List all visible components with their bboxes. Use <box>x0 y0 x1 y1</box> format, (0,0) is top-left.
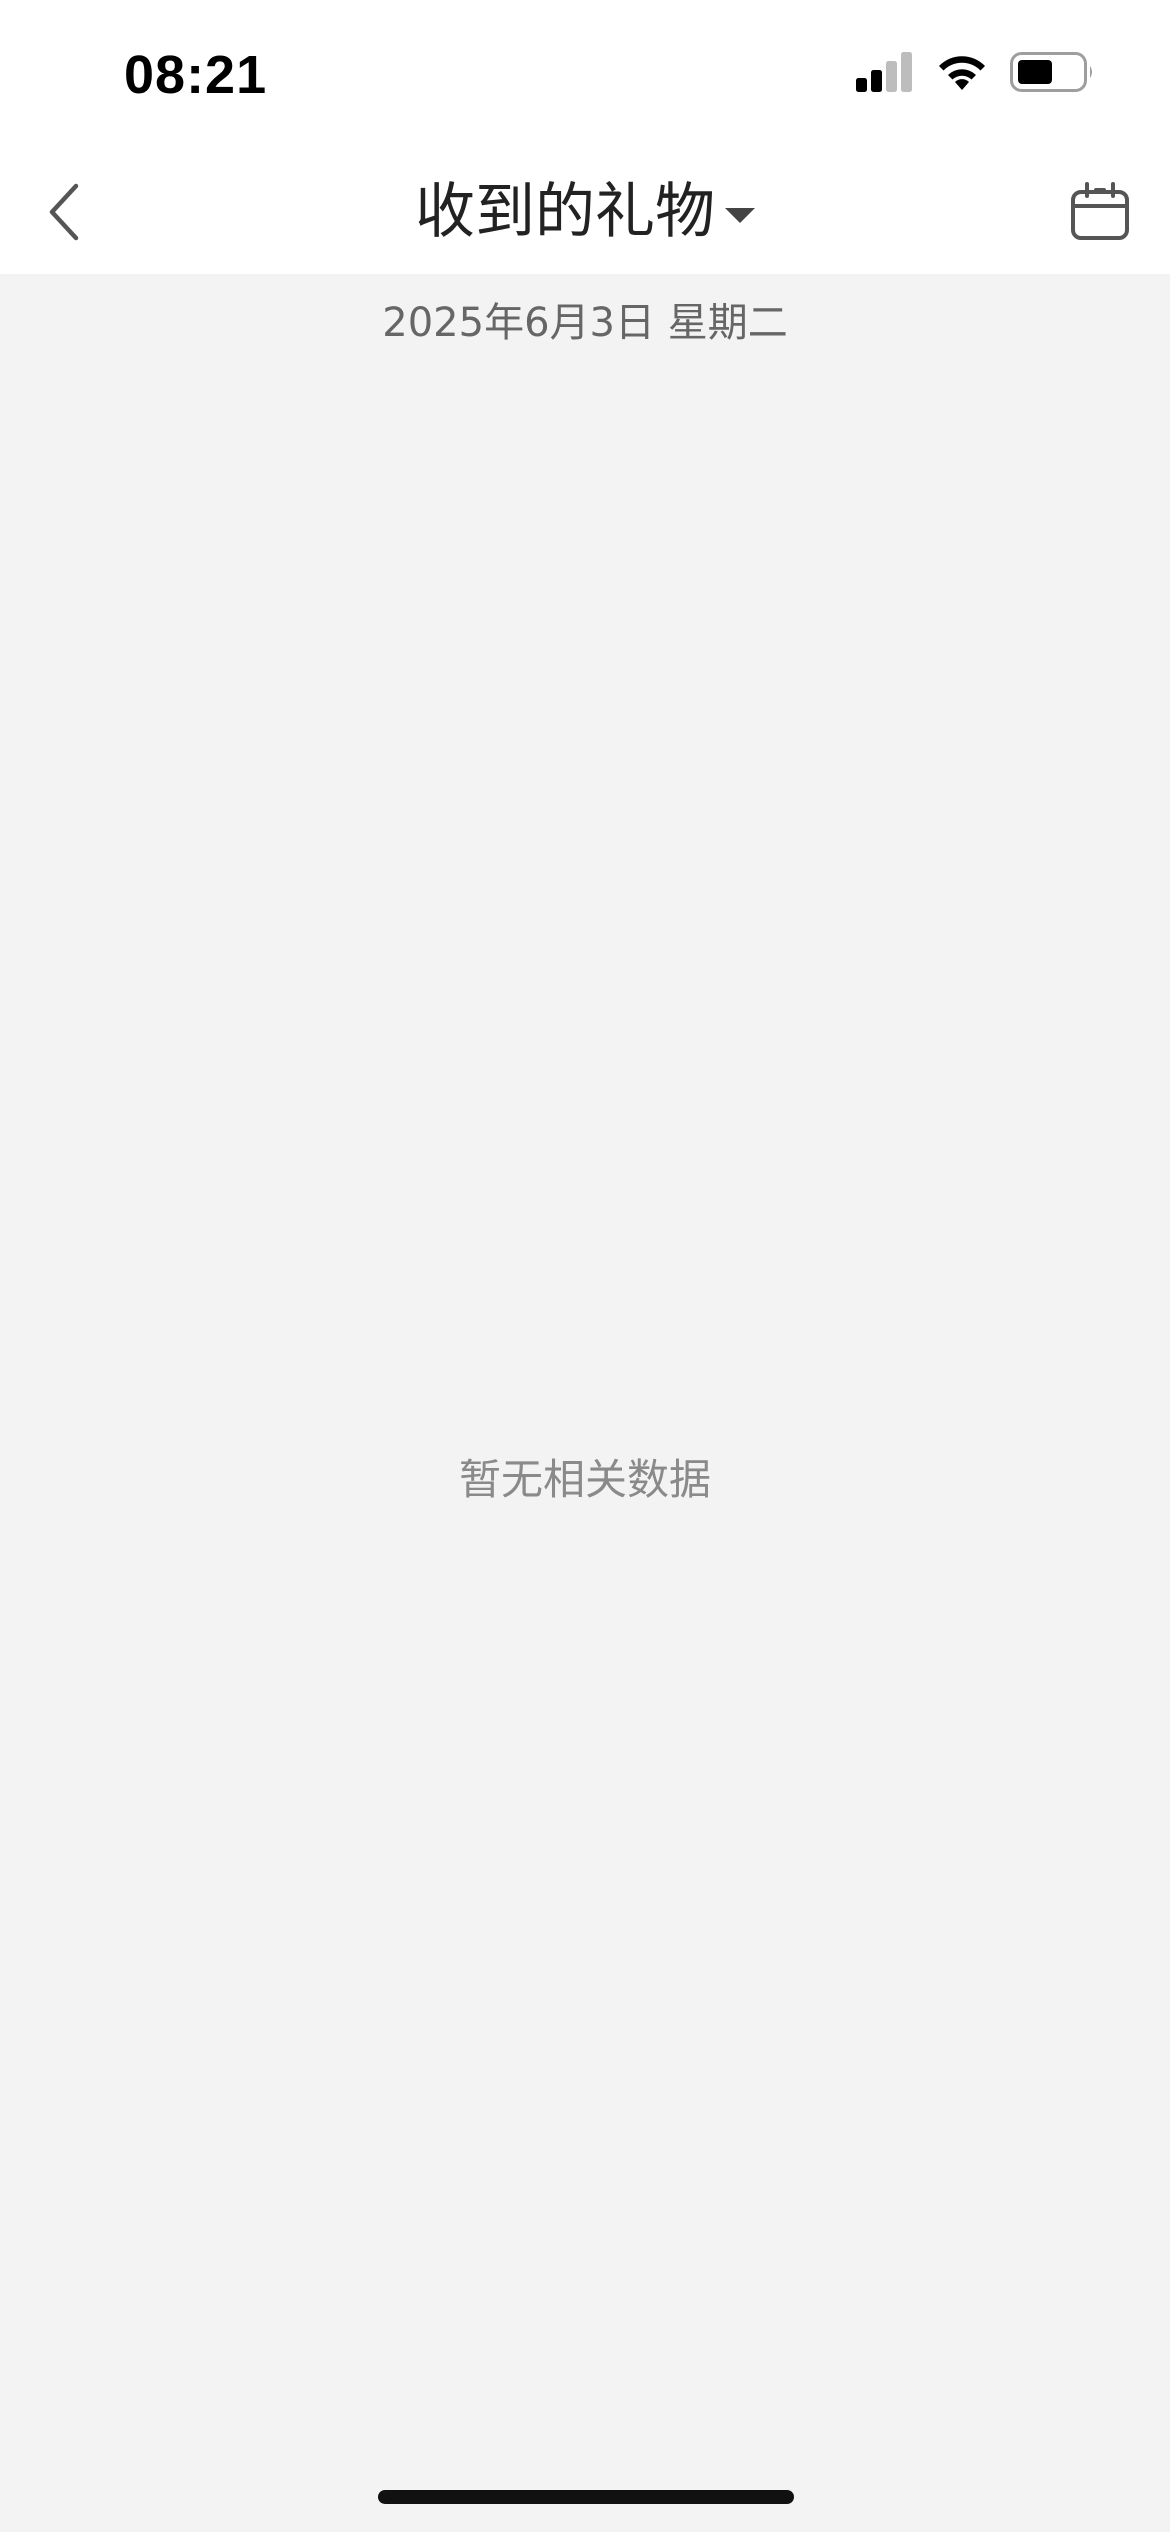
calendar-button[interactable] <box>1060 172 1140 252</box>
signal-icon <box>856 52 912 92</box>
caret-down-icon <box>725 207 755 223</box>
date-label: 2025年6月3日 星期二 <box>382 300 788 346</box>
empty-state-message: 暂无相关数据 <box>458 1455 711 1504</box>
calendar-icon <box>1071 182 1129 240</box>
status-icons <box>856 52 1094 92</box>
title-dropdown-button[interactable]: 收到的礼物 <box>415 182 755 242</box>
nav-bar: 收到的礼物 <box>0 150 1170 274</box>
wifi-icon <box>939 56 985 90</box>
chevron-left-icon <box>49 183 79 241</box>
screen: 08:21 收到的礼物 2025年6月3日 星期二 暂无相关数据 <box>0 0 1170 2532</box>
status-bar: 08:21 <box>0 0 1170 150</box>
battery-icon <box>1010 52 1092 92</box>
title-wrap: 收到的礼物 <box>0 150 1170 274</box>
back-button[interactable] <box>24 172 104 252</box>
status-time: 08:21 <box>124 45 268 105</box>
page-title: 收到的礼物 <box>415 177 715 247</box>
home-indicator[interactable] <box>378 2490 794 2504</box>
